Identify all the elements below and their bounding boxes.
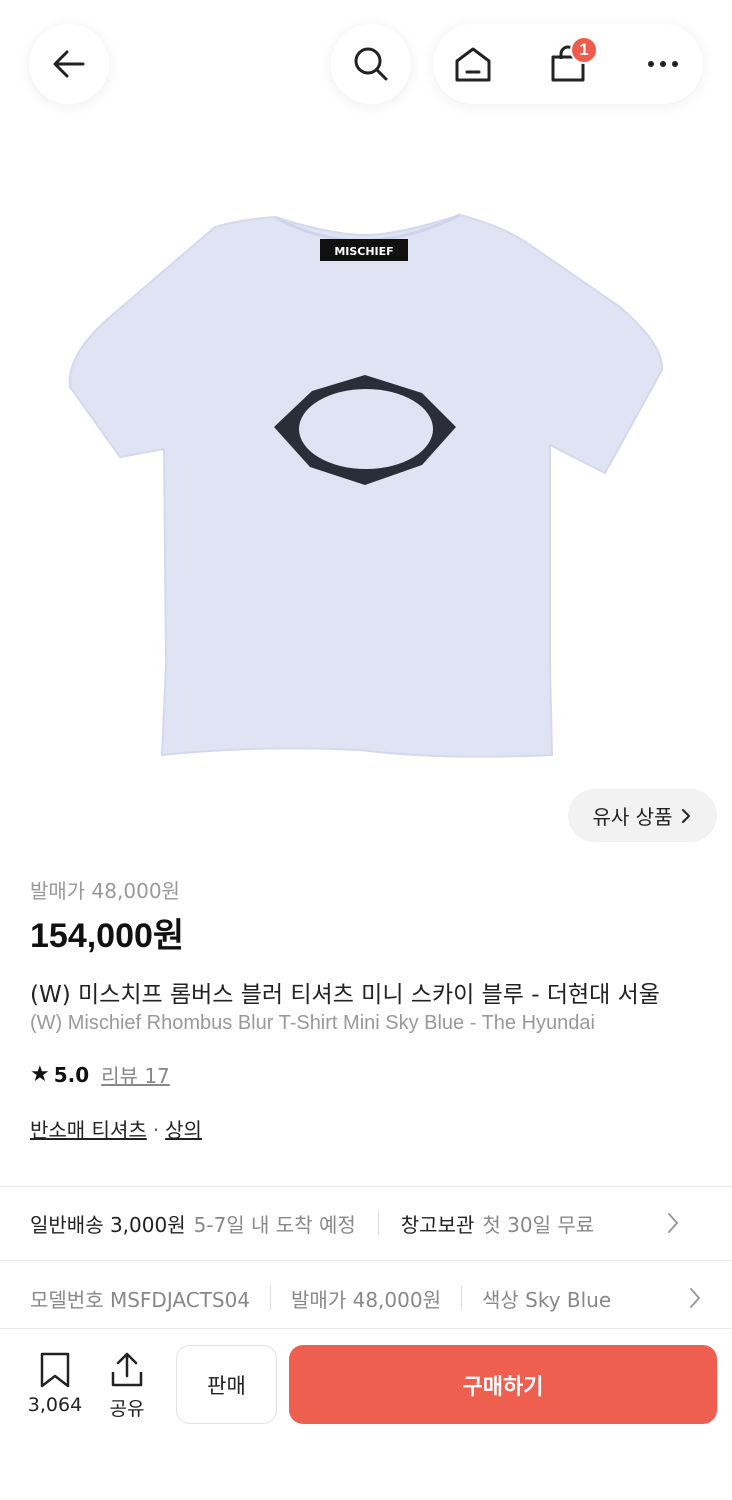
- category-link-tops[interactable]: 상의: [165, 1118, 202, 1142]
- brand-logo-text: MISCHIEF: [334, 245, 393, 258]
- cart-count-badge: 1: [570, 36, 598, 64]
- back-button[interactable]: [29, 24, 109, 104]
- release-price: 발매가 48,000원: [30, 879, 180, 903]
- home-button[interactable]: [453, 44, 493, 84]
- category-link-tshirts[interactable]: 반소매 티셔츠: [30, 1118, 147, 1142]
- current-price: 154,000원: [30, 917, 185, 955]
- top-bar: 1: [0, 0, 732, 150]
- more-button[interactable]: [643, 44, 683, 84]
- divider: [270, 1286, 272, 1310]
- more-dots-icon: [648, 61, 678, 67]
- model-number: 모델번호 MSFDJACTS04: [30, 1287, 251, 1312]
- divider: [0, 1260, 732, 1261]
- product-image[interactable]: MISCHIEF: [60, 205, 672, 765]
- storage-note: 첫 30일 무료: [482, 1212, 595, 1237]
- bookmark-count: 3,064: [27, 1394, 83, 1416]
- rating-row: ★ 5.0 리뷰 17: [30, 1060, 170, 1089]
- share-icon: [111, 1352, 143, 1387]
- similar-products-button[interactable]: 유사 상품: [568, 789, 717, 842]
- shipping-eta: 5-7일 내 도착 예정: [193, 1212, 356, 1237]
- divider: [0, 1186, 732, 1187]
- divider: [460, 1286, 462, 1310]
- bottom-action-bar: 3,064 공유 판매 구매하기: [0, 1330, 732, 1500]
- divider: [377, 1211, 379, 1235]
- chevron-right-icon: [668, 1213, 678, 1233]
- shipping-row[interactable]: 일반배송 3,000원 5-7일 내 도착 예정 창고보관 첫 30일 무료: [30, 1207, 710, 1239]
- review-link[interactable]: 리뷰 17: [101, 1060, 170, 1089]
- category-breadcrumb: 반소매 티셔츠 · 상의: [30, 1114, 202, 1143]
- search-icon: [354, 47, 388, 81]
- home-icon: [455, 47, 491, 82]
- product-details-row[interactable]: 모델번호 MSFDJACTS04 발매가 48,000원 색상 Sky Blue: [30, 1282, 710, 1314]
- sell-button[interactable]: 판매: [176, 1345, 277, 1424]
- share-button[interactable]: 공유: [96, 1352, 158, 1421]
- header-actions: [433, 24, 703, 104]
- category-separator: ·: [152, 1118, 160, 1142]
- similar-products-label: 유사 상품: [592, 805, 673, 829]
- product-title-korean: (W) 미스치프 롬버스 블러 티셔츠 미니 스카이 블루 - 더현대 서울: [30, 982, 660, 1008]
- chevron-right-icon: [688, 1286, 702, 1310]
- shipping-label: 일반배송 3,000원: [30, 1212, 186, 1237]
- buy-button[interactable]: 구매하기: [289, 1345, 717, 1424]
- search-button[interactable]: [331, 24, 411, 104]
- arrow-left-icon: [53, 50, 85, 78]
- star-icon: ★: [30, 1062, 50, 1087]
- share-label: 공유: [109, 1398, 145, 1420]
- chevron-right-icon: [682, 808, 691, 823]
- rating-score: 5.0: [53, 1062, 90, 1087]
- product-title-english: (W) Mischief Rhombus Blur T-Shirt Mini S…: [30, 1012, 595, 1034]
- storage-label: 창고보관: [400, 1212, 475, 1237]
- bookmark-icon: [40, 1352, 70, 1388]
- bookmark-button[interactable]: 3,064: [20, 1352, 90, 1416]
- color-value: 색상 Sky Blue: [481, 1287, 612, 1312]
- divider: [0, 1328, 732, 1329]
- details-release-price: 발매가 48,000원: [291, 1287, 441, 1312]
